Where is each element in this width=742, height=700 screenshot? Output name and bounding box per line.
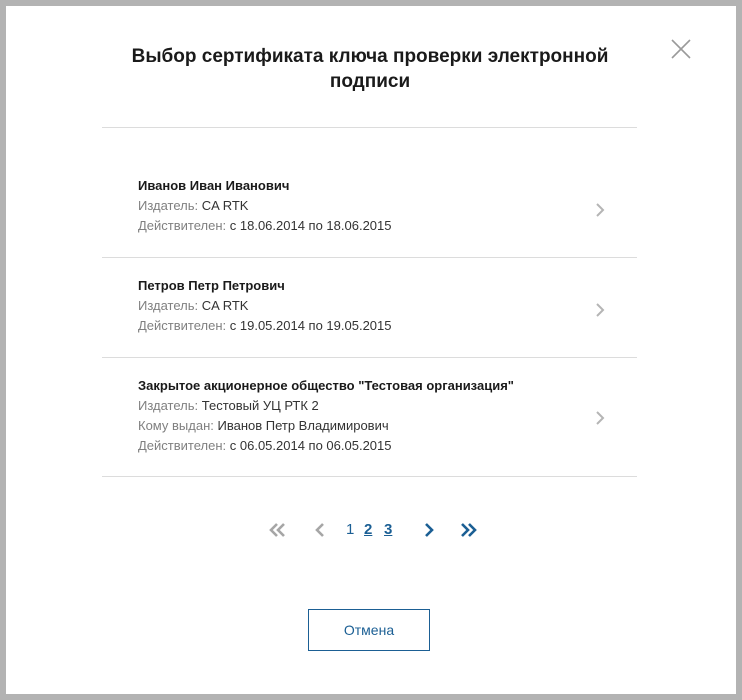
prev-page-button[interactable] — [315, 518, 325, 542]
page-3[interactable]: 3 — [384, 518, 392, 542]
certificate-item-3[interactable]: Закрытое акционерное общество "Тестовая … — [102, 358, 637, 477]
certificate-info: Закрытое акционерное общество "Тестовая … — [138, 378, 577, 458]
first-page-button[interactable] — [268, 518, 286, 542]
certificate-owner: Иванов Иван Иванович — [138, 178, 290, 193]
certificate-info: Петров Петр Петрович Издатель: CA RTK Де… — [138, 278, 577, 338]
chevron-right-icon — [596, 203, 605, 217]
certificate-owner: Закрытое акционерное общество "Тестовая … — [138, 378, 514, 393]
page-2[interactable]: 2 — [364, 518, 372, 542]
certificate-dialog: Выбор сертификата ключа проверки электро… — [6, 6, 736, 694]
issuer-label: Издатель: — [138, 198, 199, 213]
prev-page-icon — [315, 523, 324, 537]
certificate-issuer: Издатель: CA RTK — [138, 198, 577, 218]
dialog-title-line2: подписи — [329, 71, 411, 92]
close-icon — [671, 39, 691, 59]
last-page-button[interactable] — [460, 518, 478, 542]
certificate-validity: Действителен: с 06.05.2014 по 06.05.2015 — [138, 438, 577, 458]
issuer-value: CA RTK — [201, 198, 249, 213]
certificate-validity: Действителен: с 19.05.2014 по 19.05.2015 — [138, 318, 577, 338]
certificate-list: Иванов Иван Иванович Издатель: CA RTK Де… — [102, 128, 637, 477]
certificate-owner: Петров Петр Петрович — [138, 278, 285, 293]
cancel-button[interactable]: Отмена — [308, 609, 430, 651]
chevron-right-icon — [596, 411, 605, 425]
validity-value: с 06.05.2014 по 06.05.2015 — [229, 438, 392, 453]
certificate-issued-to: Кому выдан: Иванов Петр Владимирович — [138, 418, 577, 438]
certificate-validity: Действителен: с 18.06.2014 по 18.06.2015 — [138, 218, 577, 238]
certificate-issuer: Издатель: CA RTK — [138, 298, 577, 318]
page-1[interactable]: 1 — [346, 518, 354, 542]
issuer-value: Тестовый УЦ РТК 2 — [201, 398, 319, 413]
issued-to-label: Кому выдан: — [138, 418, 214, 433]
pagination: 1 2 3 — [102, 518, 637, 542]
certificate-issuer: Издатель: Тестовый УЦ РТК 2 — [138, 398, 577, 418]
issued-to-value: Иванов Петр Владимирович — [217, 418, 389, 433]
validity-label: Действителен: — [138, 438, 227, 453]
validity-value: с 19.05.2014 по 19.05.2015 — [229, 318, 392, 333]
certificate-item-1[interactable]: Иванов Иван Иванович Издатель: CA RTK Де… — [102, 128, 637, 258]
issuer-label: Издатель: — [138, 398, 199, 413]
next-page-button[interactable] — [424, 518, 434, 542]
validity-label: Действителен: — [138, 318, 227, 333]
certificate-item-2[interactable]: Петров Петр Петрович Издатель: CA RTK Де… — [102, 258, 637, 358]
dialog-title: Выбор сертификата ключа проверки электро… — [102, 44, 638, 94]
validity-label: Действителен: — [138, 218, 227, 233]
first-page-icon — [269, 523, 285, 537]
issuer-label: Издатель: — [138, 298, 199, 313]
validity-value: с 18.06.2014 по 18.06.2015 — [229, 218, 392, 233]
chevron-right-icon — [596, 303, 605, 317]
next-page-icon — [425, 523, 434, 537]
last-page-icon — [461, 523, 477, 537]
dialog-title-line1: Выбор сертификата ключа проверки электро… — [131, 46, 609, 67]
issuer-value: CA RTK — [201, 298, 249, 313]
certificate-info: Иванов Иван Иванович Издатель: CA RTK Де… — [138, 178, 577, 238]
close-button[interactable] — [670, 38, 692, 60]
